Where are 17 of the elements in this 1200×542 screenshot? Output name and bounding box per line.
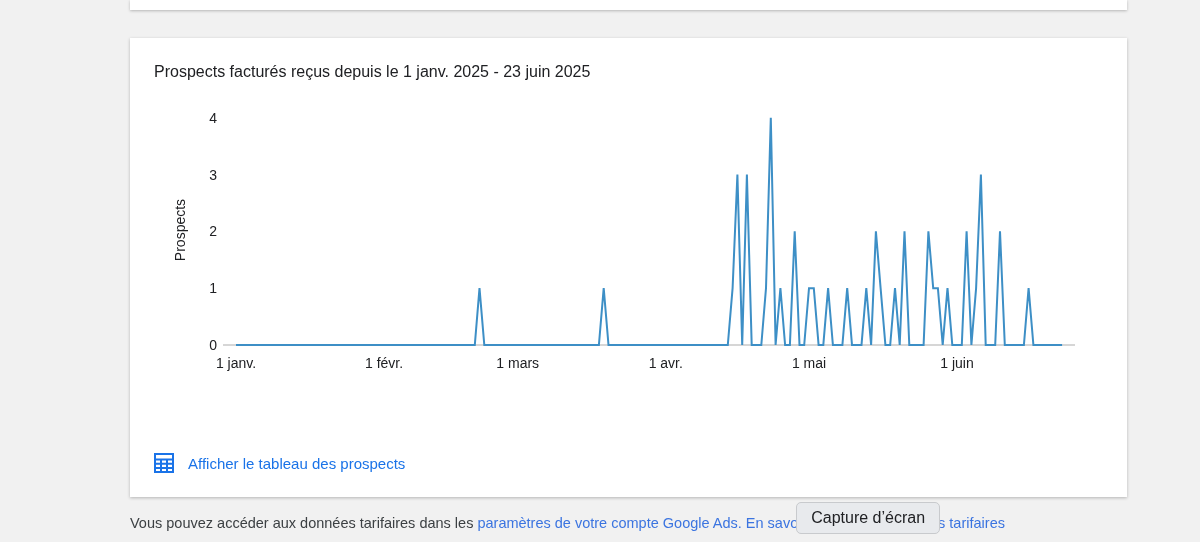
axis-tick-label: 1 juin [940,355,974,371]
axis-tick-label: 1 mai [791,355,827,371]
axis-title: Prospects [172,198,188,262]
chart-title: Prospects facturés reçus depuis le 1 janv. 2025 - 23 juin 2025 [154,62,592,82]
axis-tick-label: 1 févr. [364,355,404,371]
table-link[interactable]: Afficher le tableau des prospects [154,453,406,473]
axis-tick-label: 1 [209,280,217,297]
axis-tick-label: 3 [209,166,217,183]
footer-text: Vous pouvez accéder aux données tarifaires dans les [130,515,475,531]
tooltip: Capture d’écran [796,502,941,534]
axis-tick-label: 1 mars [496,355,540,371]
axis-tick-label: 4 [209,109,217,126]
axis-tick-label: 1 avr. [648,355,683,371]
axis-tick-label: 1 janv. [215,355,257,371]
axis-tick-label: 2 [209,223,217,240]
axis-tick-label: 0 [209,337,217,353]
table-icon [154,453,174,473]
